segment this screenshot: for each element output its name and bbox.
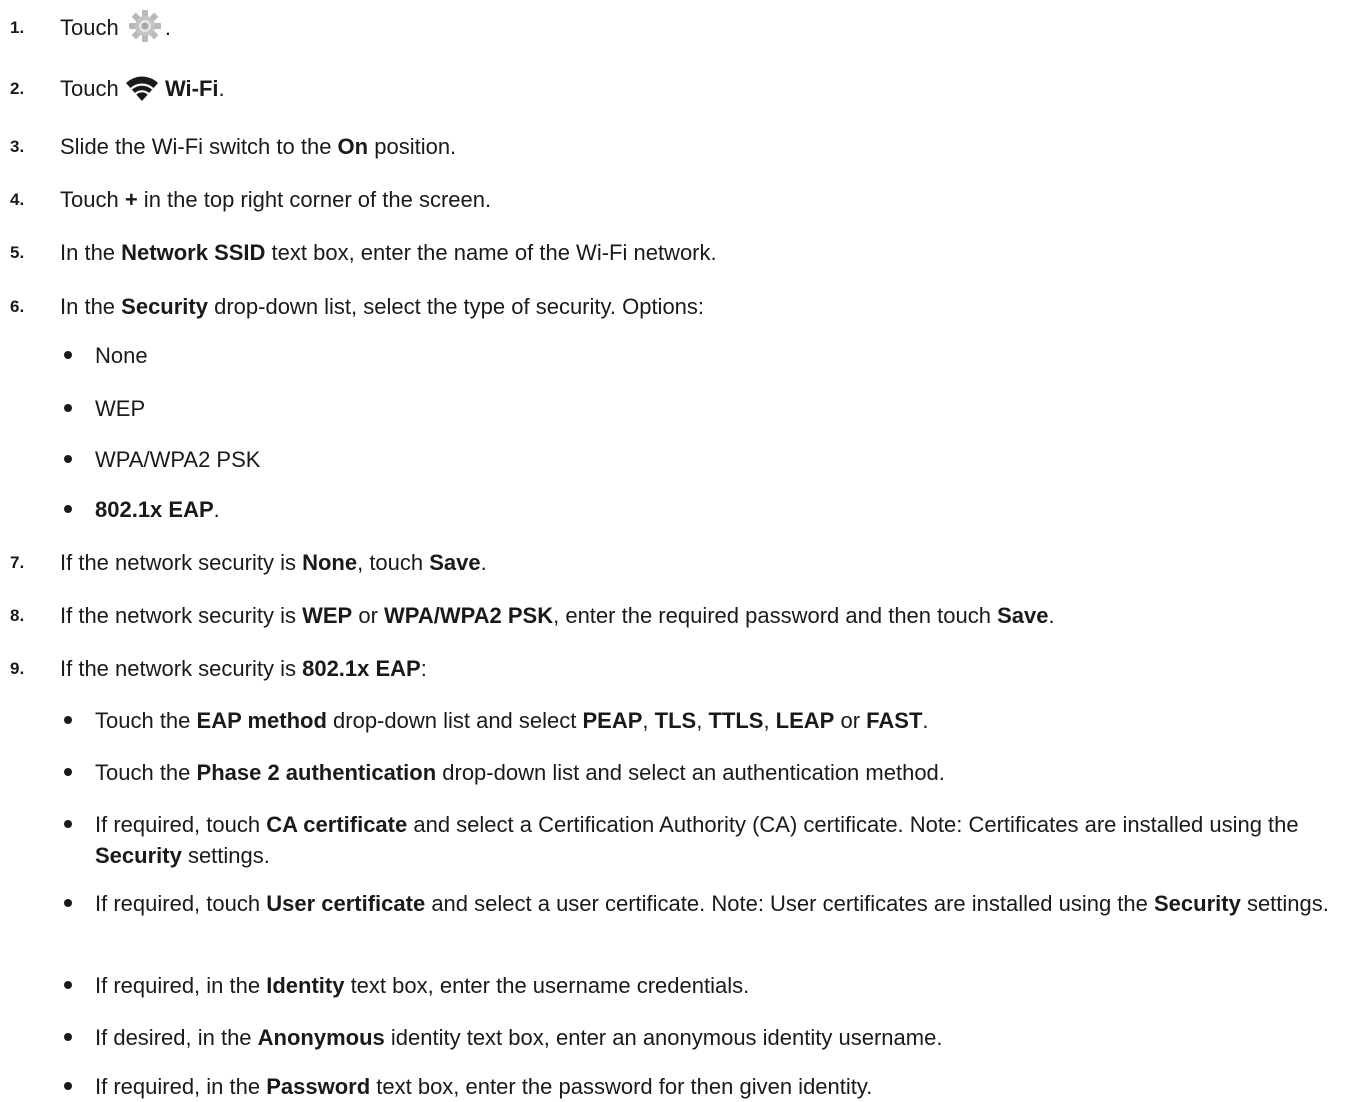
bullet-dot — [64, 404, 72, 412]
bullet-text: Touch the Phase 2 authentication drop-do… — [95, 760, 945, 785]
step-text: If the network security is None, touch S… — [60, 550, 487, 575]
bullet-dot — [64, 455, 72, 463]
bullet-text: None — [95, 343, 148, 368]
step-text: Touch Wi-Fi. — [60, 74, 225, 102]
step-number: 4. — [10, 190, 25, 209]
bullet-dot — [64, 1033, 72, 1041]
step-text: If the network security is WEP or WPA/WP… — [60, 603, 1055, 628]
bullet-text: If required, in the Password text box, e… — [95, 1074, 873, 1099]
bullet-text: If required, touch User certificate and … — [95, 891, 1329, 916]
bullet-dot — [64, 716, 72, 724]
bullet-text: WPA/WPA2 PSK — [95, 447, 261, 472]
step-number: 8. — [10, 606, 25, 625]
bullet-dot — [64, 820, 72, 828]
step-text: Slide the Wi-Fi switch to the On positio… — [60, 134, 457, 159]
step-text: Touch + in the top right corner of the s… — [60, 187, 492, 212]
gear-icon — [125, 9, 165, 43]
bullet-text: 802.1x EAP. — [95, 497, 220, 522]
step-text: In the Network SSID text box, enter the … — [60, 240, 717, 265]
bullet-text: If desired, in the Anonymous identity te… — [95, 1025, 943, 1050]
bullet-text: WEP — [95, 396, 146, 421]
bullet-dot — [64, 505, 72, 513]
step-number: 3. — [10, 137, 25, 156]
step-number: 6. — [10, 297, 25, 316]
bullet-text: Touch the EAP method drop-down list and … — [95, 708, 929, 733]
step-number: 1. — [10, 18, 25, 37]
bullet-text: If required, touch CA certificate and se… — [95, 812, 1299, 868]
step-number: 2. — [10, 79, 25, 98]
step-text: If the network security is 802.1x EAP: — [60, 656, 427, 681]
wifi-icon — [125, 74, 159, 102]
step-number: 7. — [10, 553, 25, 572]
bullet-dot — [64, 351, 72, 359]
step-number: 5. — [10, 243, 25, 262]
step-number: 9. — [10, 659, 25, 678]
bullet-dot — [64, 1082, 72, 1090]
bullet-text: If required, in the Identity text box, e… — [95, 973, 750, 998]
bullet-dot — [64, 768, 72, 776]
step-text: Touch . — [60, 10, 1339, 43]
bullet-dot — [64, 981, 72, 989]
step-text: In the Security drop-down list, select t… — [60, 294, 705, 319]
bullet-dot — [64, 899, 72, 907]
